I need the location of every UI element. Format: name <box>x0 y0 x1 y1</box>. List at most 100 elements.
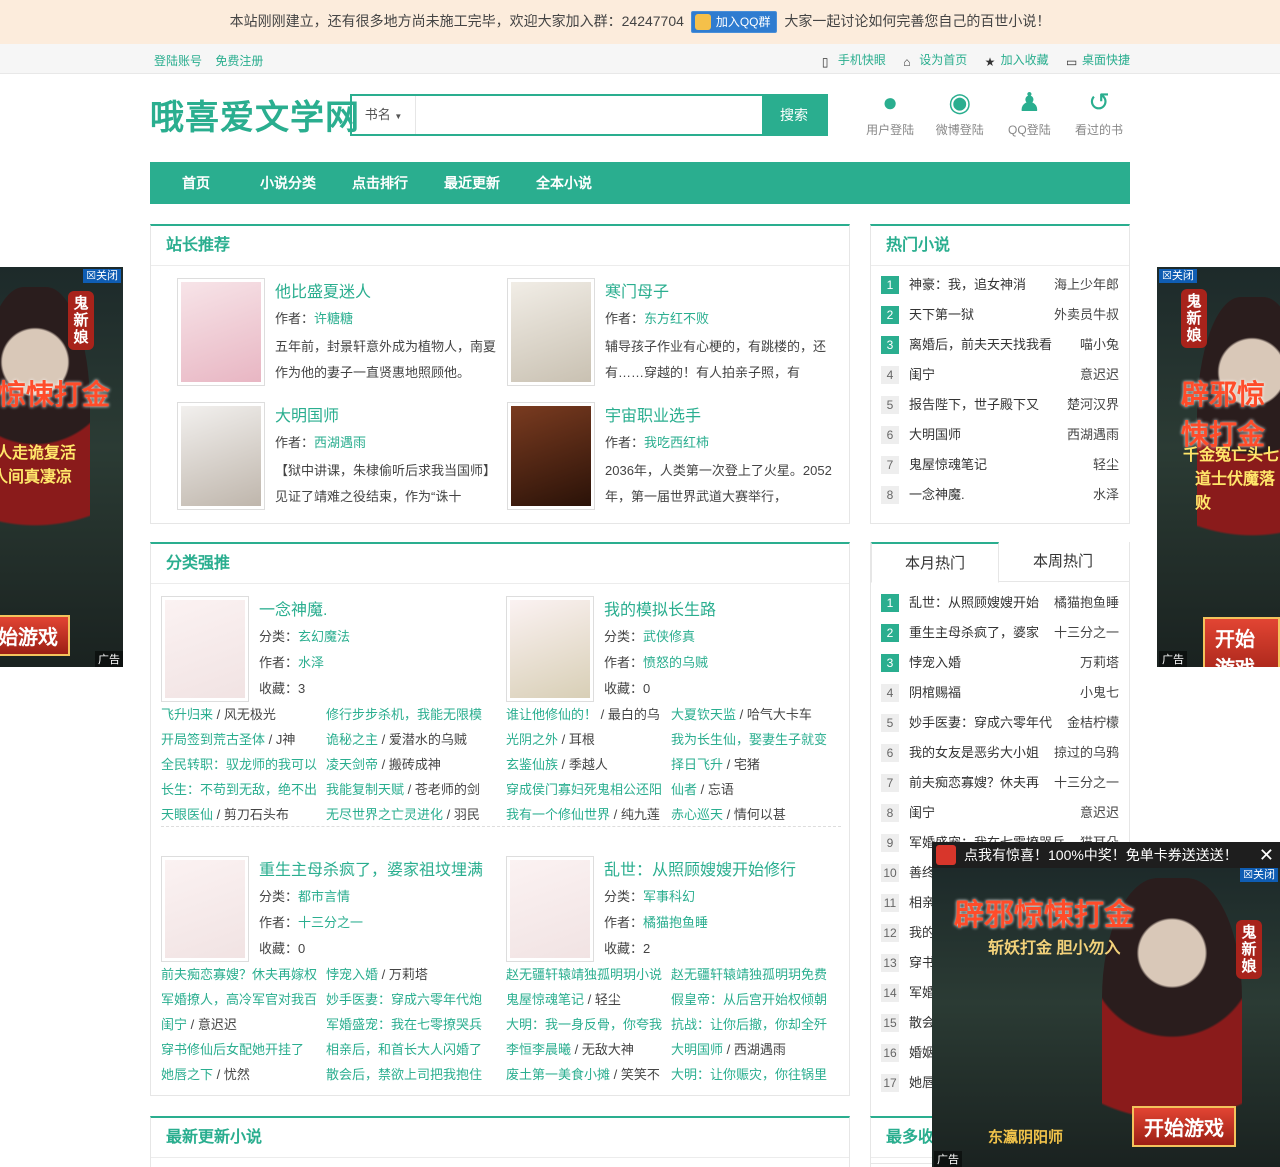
book-title[interactable]: 乱世：从照顾嫂嫂开始修行 <box>604 856 796 880</box>
book-link[interactable]: 穿成侯门寡妇死鬼相公还阳 <box>506 777 671 802</box>
book-link-title[interactable]: 我能复制天赋 <box>326 782 404 797</box>
rank-book-title[interactable]: 前夫痴恋寡嫂？休夫再 <box>909 775 1039 790</box>
book-link-title[interactable]: 她唇之下 <box>161 1067 213 1082</box>
rank-item[interactable]: 2 重生主母杀疯了，婆家 十三分之一 <box>871 618 1129 648</box>
rank-item[interactable]: 3 离婚后，前夫天天找我看 喵小兔 <box>871 330 1129 360</box>
book-cover[interactable] <box>177 402 265 510</box>
book-link-title[interactable]: 军婚撩人，高冷军官对我百 <box>161 992 317 1007</box>
book-link-title[interactable]: 仙者 <box>671 782 697 797</box>
book-link[interactable]: 诡秘之主 / 爱潜水的乌贼 <box>326 727 491 752</box>
book-link-title[interactable]: 长生：不苟到无敌，绝不出 <box>161 782 317 797</box>
book-link[interactable]: 修行步步杀机，我能无限模 <box>326 702 491 727</box>
tab-monthly[interactable]: 本月热门 <box>871 542 999 583</box>
nav-latest[interactable]: 最近更新 <box>426 162 518 204</box>
book-link[interactable]: 鬼屋惊魂笔记 / 轻尘 <box>506 987 671 1012</box>
book-author[interactable]: 东方红不败 <box>644 311 709 326</box>
book-link-title[interactable]: 妙手医妻：穿成六零年代炮 <box>326 992 482 1007</box>
ad-close-button[interactable]: ☒关闭 <box>1159 269 1197 283</box>
rank-book-title[interactable]: 闺宁 <box>909 805 935 820</box>
book-link-title[interactable]: 谁让他修仙的！ <box>506 707 597 722</box>
book-cover[interactable] <box>507 402 595 510</box>
book-link[interactable]: 我有一个修仙世界 / 纯九莲 <box>506 802 671 827</box>
rank-book-title[interactable]: 妙手医妻：穿成六零年代 <box>909 715 1052 730</box>
book-link[interactable]: 大明：我一身反骨，你夸我 <box>506 1012 671 1037</box>
book-category[interactable]: 都市言情 <box>298 889 350 904</box>
book-link[interactable]: 她唇之下 / 忧然 <box>161 1062 326 1087</box>
book-link-title[interactable]: 修行步步杀机，我能无限模 <box>326 707 482 722</box>
rank-item[interactable]: 8 一念神魔. 水泽 <box>871 480 1129 510</box>
book-link[interactable]: 仙者 / 忘语 <box>671 777 836 802</box>
book-link-title[interactable]: 大明：让你赈灾，你往锅里 <box>671 1067 827 1082</box>
mobile-link[interactable]: ▯ 手机快眼 <box>822 53 886 68</box>
book-link-title[interactable]: 凌天剑帝 <box>326 757 378 772</box>
book-link[interactable]: 妙手医妻：穿成六零年代炮 <box>326 987 491 1012</box>
book-link-title[interactable]: 穿书修仙后女配她开挂了 <box>161 1042 304 1057</box>
rank-item[interactable]: 3 悖宠入婚 万莉塔 <box>871 648 1129 678</box>
book-link[interactable]: 赵无疆轩辕靖独孤明玥小说 <box>506 962 671 987</box>
book-link-title[interactable]: 散会后，禁欲上司把我抱住 <box>326 1067 482 1082</box>
book-link-title[interactable]: 开局签到荒古圣体 <box>161 732 265 747</box>
rank-item[interactable]: 8 闺宁 意迟迟 <box>871 798 1129 828</box>
book-link[interactable]: 全民转职：驭龙师的我可以 <box>161 752 326 777</box>
rank-book-title[interactable]: 乱世：从照顾嫂嫂开始 <box>909 595 1039 610</box>
book-link[interactable]: 我能复制天赋 / 苍老师的剑 <box>326 777 491 802</box>
book-category[interactable]: 玄幻魔法 <box>298 629 350 644</box>
rank-item[interactable]: 1 乱世：从照顾嫂嫂开始 橘猫抱鱼睡 <box>871 588 1129 618</box>
add-favorite-link[interactable]: ★ 加入收藏 <box>985 53 1049 68</box>
left-side-ad[interactable]: 鬼新娘 辟邪惊悚打金 亲人走诡复活 人间真凄凉 开始游戏 ☒关闭 广告 <box>0 267 123 667</box>
book-link[interactable]: 大明国师 / 西湖遇雨 <box>671 1037 836 1062</box>
book-link-title[interactable]: 赵无疆轩辕靖独孤明玥免费 <box>671 967 827 982</box>
nav-ranking[interactable]: 点击排行 <box>334 162 426 204</box>
book-link[interactable]: 假皇帝：从后宫开始权倾朝 <box>671 987 836 1012</box>
rank-item[interactable]: 7 前夫痴恋寡嫂？休夫再 十三分之一 <box>871 768 1129 798</box>
desktop-shortcut-link[interactable]: ▭ 桌面快捷 <box>1066 53 1130 68</box>
book-title[interactable]: 大明国师 <box>275 402 339 426</box>
book-link-title[interactable]: 无尽世界之亡灵进化 <box>326 807 443 822</box>
book-link[interactable]: 军婚撩人，高冷军官对我百 <box>161 987 326 1012</box>
desktop-shortcut-label[interactable]: 桌面快捷 <box>1082 53 1130 67</box>
rank-book-title[interactable]: 大明国师 <box>909 427 961 442</box>
rank-book-title[interactable]: 阴棺赐福 <box>909 685 961 700</box>
join-qq-group-button[interactable]: 加入QQ群 <box>690 11 778 34</box>
book-link-title[interactable]: 我为长生仙，娶妻生子就变 <box>671 732 827 747</box>
add-favorite-label[interactable]: 加入收藏 <box>1001 53 1049 67</box>
book-cover[interactable] <box>161 596 249 702</box>
book-link[interactable]: 择日飞升 / 宅猪 <box>671 752 836 777</box>
book-link[interactable]: 前夫痴恋寡嫂？休夫再嫁权 <box>161 962 326 987</box>
rank-item[interactable]: 4 阴棺赐福 小鬼七 <box>871 678 1129 708</box>
register-link[interactable]: 免费注册 <box>215 54 263 68</box>
book-link-title[interactable]: 光阴之外 <box>506 732 558 747</box>
rank-item[interactable]: 1 神豪：我，追女神消 海上少年郎 <box>871 270 1129 300</box>
book-link[interactable]: 闺宁 / 意迟迟 <box>161 1012 326 1037</box>
book-link-title[interactable]: 玄鉴仙族 <box>506 757 558 772</box>
book-link[interactable]: 废土第一美食小摊 / 笑笑不 <box>506 1062 671 1087</box>
book-link[interactable]: 大明：让你赈灾，你往锅里 <box>671 1062 836 1087</box>
rank-book-title[interactable]: 一念神魔. <box>909 487 965 502</box>
book-link-title[interactable]: 相亲后，和首长大人闪婚了 <box>326 1042 482 1057</box>
book-link-title[interactable]: 悖宠入婚 <box>326 967 378 982</box>
book-link-title[interactable]: 大夏钦天监 <box>671 707 736 722</box>
book-link[interactable]: 悖宠入婚 / 万莉塔 <box>326 962 491 987</box>
book-link-title[interactable]: 抗战：让你后撤，你却全歼 <box>671 1017 827 1032</box>
book-link-title[interactable]: 大明国师 <box>671 1042 723 1057</box>
book-link[interactable]: 无尽世界之亡灵进化 / 羽民 <box>326 802 491 827</box>
book-author[interactable]: 我吃西红柿 <box>644 435 709 450</box>
book-link-title[interactable]: 鬼屋惊魂笔记 <box>506 992 584 1007</box>
book-link[interactable]: 玄鉴仙族 / 季越人 <box>506 752 671 777</box>
book-link[interactable]: 散会后，禁欲上司把我抱住 <box>326 1062 491 1087</box>
book-link-title[interactable]: 飞升归来 <box>161 707 213 722</box>
ad-start-button[interactable]: 开始游戏 <box>1203 617 1280 667</box>
book-link-title[interactable]: 全民转职：驭龙师的我可以 <box>161 757 317 772</box>
rank-book-title[interactable]: 悖宠入婚 <box>909 655 961 670</box>
book-link[interactable]: 天眼医仙 / 剪刀石头布 <box>161 802 326 827</box>
book-cover[interactable] <box>161 856 249 962</box>
rank-item[interactable]: 4 闺宁 意迟迟 <box>871 360 1129 390</box>
book-title[interactable]: 寒门母子 <box>605 278 669 302</box>
qq-login-button[interactable]: ♟ QQ登陆 <box>998 88 1060 138</box>
nav-home[interactable]: 首页 <box>150 162 242 204</box>
nav-completed[interactable]: 全本小说 <box>518 162 610 204</box>
nav-categories[interactable]: 小说分类 <box>242 162 334 204</box>
book-link-title[interactable]: 我有一个修仙世界 <box>506 807 610 822</box>
rank-book-title[interactable]: 闺宁 <box>909 367 935 382</box>
set-homepage-label[interactable]: 设为首页 <box>919 53 967 67</box>
